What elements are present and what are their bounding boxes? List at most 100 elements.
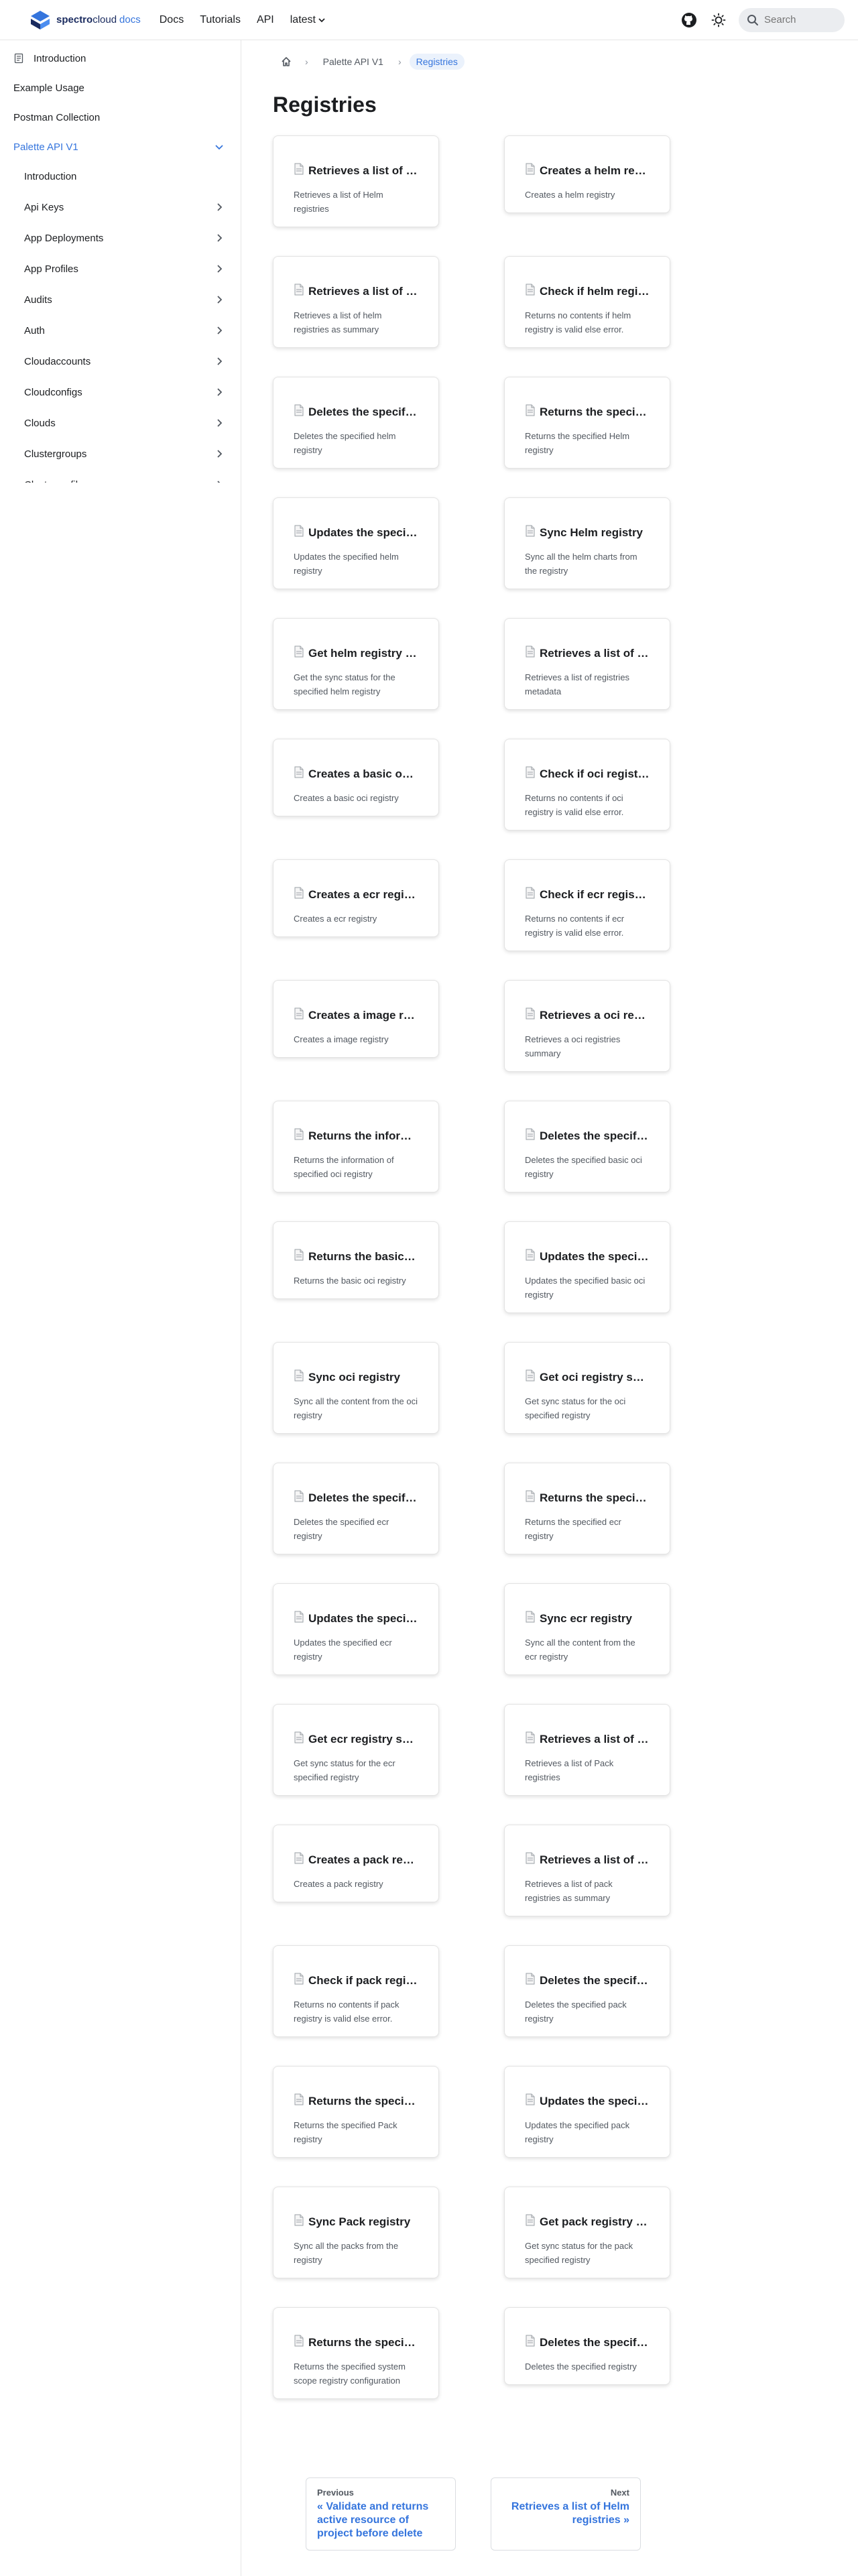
api-card[interactable]: Check if pack registry is valid Returns n… (273, 1945, 439, 2037)
sidebar-item-postman-collection[interactable]: Postman Collection (11, 105, 230, 130)
previous-page-link[interactable]: Previous « Validate and returns active r… (306, 2477, 456, 2551)
sidebar-subitem-auth[interactable]: Auth (21, 318, 230, 343)
card-heading: Returns the specified Helm registry (525, 404, 650, 420)
breadcrumb-palette-api-v1[interactable]: Palette API V1 (316, 54, 390, 70)
api-card[interactable]: Returns the specified Pack registry Retur… (273, 2066, 439, 2158)
api-card[interactable]: Updates the specified pack registry Updat… (504, 2066, 670, 2158)
sidebar-subitem-clouds[interactable]: Clouds (21, 410, 230, 436)
api-card[interactable]: Retrieves a list of Pack registries Retri… (504, 1704, 670, 1796)
previous-sub-label: Previous (317, 2488, 354, 2498)
sidebar-item-example-usage[interactable]: Example Usage (11, 75, 230, 101)
sidebar-subitem-clustergroups[interactable]: Clustergroups (21, 441, 230, 467)
chevron-right-icon[interactable] (211, 199, 227, 215)
api-card[interactable]: Returns the information of specified oci… (273, 1101, 439, 1192)
version-dropdown[interactable]: latest (290, 14, 325, 26)
api-card[interactable]: Creates a image registry Creates a image … (273, 980, 439, 1058)
card-description: Deletes the specified pack registry (525, 2000, 627, 2024)
api-card[interactable]: Updates the specified helm registry Updat… (273, 497, 439, 589)
api-card[interactable]: Creates a helm registry Creates a helm re… (504, 135, 670, 213)
chevron-down-icon[interactable] (211, 139, 227, 155)
chevron-right-icon[interactable] (211, 322, 227, 339)
theme-toggle[interactable] (709, 11, 728, 29)
api-card[interactable]: Returns the specified ecr registry Return… (504, 1463, 670, 1554)
api-card[interactable]: Returns the basic oci registry Returns th… (273, 1221, 439, 1299)
sidebar-menu[interactable]: Introduction Example Usage Postman Colle… (0, 40, 241, 483)
search-input[interactable] (764, 14, 831, 25)
api-card[interactable]: Creates a pack registry Creates a pack re… (273, 1825, 439, 1902)
api-card[interactable]: Get helm registry sync status Get the syn… (273, 618, 439, 710)
api-card[interactable]: Check if oci registry is valid Returns no… (504, 739, 670, 831)
sidebar-item-palette-api-v1[interactable]: Palette API V1 (11, 134, 230, 160)
search-box[interactable] (739, 7, 845, 32)
card-title: Retrieves a list of Helm registries (308, 164, 418, 177)
sidebar-subitem-audits[interactable]: Audits (21, 287, 230, 312)
sidebar-subitem-cloudaccounts[interactable]: Cloudaccounts (21, 349, 230, 374)
api-card[interactable]: Retrieves a list of pack registries as s… (504, 1825, 670, 1916)
breadcrumb: › Palette API V1 › Registries (275, 51, 858, 72)
api-card[interactable]: Retrieves a oci registries summary Retrie… (504, 980, 670, 1072)
chevron-right-icon[interactable] (211, 261, 227, 277)
sidebar-subitem-introduction[interactable]: Introduction (21, 164, 230, 189)
nav-link-docs[interactable]: Docs (160, 14, 184, 26)
card-heading: Retrieves a list of helm registries as s… (294, 284, 418, 299)
sidebar-item-introduction[interactable]: Introduction (11, 46, 230, 71)
breadcrumb-home[interactable] (275, 52, 297, 72)
api-card[interactable]: Updates the specified ecr registry Update… (273, 1583, 439, 1675)
chevron-right-icon[interactable] (211, 477, 227, 483)
card-title: Updates the specified helm registry (308, 526, 418, 539)
api-card[interactable]: Deletes the specified basic oci registry… (504, 1101, 670, 1192)
card-description: Retrieves a oci registries summary (525, 1034, 621, 1058)
card-title: Sync ecr registry (540, 1611, 632, 1625)
card-heading: Sync Pack registry (294, 2214, 418, 2229)
api-card[interactable]: Creates a basic oci registry Creates a ba… (273, 739, 439, 816)
card-heading: Check if helm registry is valid (525, 284, 650, 299)
api-card[interactable]: Deletes the specified registry Deletes th… (504, 2307, 670, 2385)
api-card[interactable]: Deletes the specified pack registry Delet… (504, 1945, 670, 2037)
nav-link-tutorials[interactable]: Tutorials (200, 14, 241, 26)
api-card[interactable]: Sync oci registry Sync all the content fr… (273, 1342, 439, 1434)
api-card[interactable]: Sync ecr registry Sync all the content fr… (504, 1583, 670, 1675)
card-title: Updates the specified pack registry (540, 2094, 650, 2107)
api-card[interactable]: Updates the specified basic oci registry… (504, 1221, 670, 1313)
chevron-right-icon[interactable] (211, 384, 227, 400)
sidebar-item-label: Cloudconfigs (24, 386, 82, 398)
card-heading: Returns the specified system scope regis… (294, 2335, 418, 2350)
api-card[interactable]: Sync Helm registry Sync all the helm char… (504, 497, 670, 589)
page-facing-up-icon (294, 284, 304, 299)
api-card[interactable]: Sync Pack registry Sync all the packs fro… (273, 2187, 439, 2278)
breadcrumb-separator: › (397, 56, 402, 67)
sidebar-subitem-api-keys[interactable]: Api Keys (21, 194, 230, 220)
api-card[interactable]: Returns the specified Helm registry Retur… (504, 377, 670, 469)
card-heading: Returns the specified Pack registry (294, 2093, 418, 2109)
card-title: Check if helm registry is valid (540, 284, 650, 298)
card-description: Creates a basic oci registry (294, 793, 399, 803)
next-page-link[interactable]: Next Retrieves a list of Helm registries… (491, 2477, 641, 2551)
sidebar-subitem-clusterprofiles[interactable]: Clusterprofiles (21, 472, 230, 483)
sidebar-submenu: Introduction Api Keys App Deployments App P… (11, 164, 230, 483)
chevron-right-icon[interactable] (211, 446, 227, 462)
api-card[interactable]: Deletes the specified ecr registry Delete… (273, 1463, 439, 1554)
chevron-right-icon[interactable] (211, 415, 227, 431)
sidebar-subitem-cloudconfigs[interactable]: Cloudconfigs (21, 379, 230, 405)
chevron-right-icon[interactable] (211, 292, 227, 308)
logo[interactable]: spectrocloud docs (29, 9, 141, 31)
api-card[interactable]: Retrieves a list of Helm registries Retri… (273, 135, 439, 227)
api-card[interactable]: Returns the specified system scope regis… (273, 2307, 439, 2399)
chevron-right-icon[interactable] (211, 230, 227, 246)
chevron-right-icon[interactable] (211, 353, 227, 369)
sidebar-subitem-app-deployments[interactable]: App Deployments (21, 225, 230, 251)
github-link[interactable] (680, 11, 698, 29)
api-card[interactable]: Creates a ecr registry Creates a ecr regi… (273, 859, 439, 937)
api-card[interactable]: Get pack registry sync status Get sync st… (504, 2187, 670, 2278)
api-card[interactable]: Get oci registry sync status Get sync sta… (504, 1342, 670, 1434)
api-card[interactable]: Retrieves a list of helm registries as s… (273, 256, 439, 348)
api-card[interactable]: Check if ecr registry is valid Returns no… (504, 859, 670, 951)
nav-link-api[interactable]: API (257, 14, 274, 26)
card-heading: Check if ecr registry is valid (525, 887, 650, 902)
sidebar-subitem-app-profiles[interactable]: App Profiles (21, 256, 230, 282)
api-card[interactable]: Get ecr registry sync status Get sync sta… (273, 1704, 439, 1796)
api-card[interactable]: Deletes the specified helm registry Delet… (273, 377, 439, 469)
card-title: Sync oci registry (308, 1370, 401, 1384)
api-card[interactable]: Retrieves a list of registries metadata R… (504, 618, 670, 710)
api-card[interactable]: Check if helm registry is valid Returns n… (504, 256, 670, 348)
